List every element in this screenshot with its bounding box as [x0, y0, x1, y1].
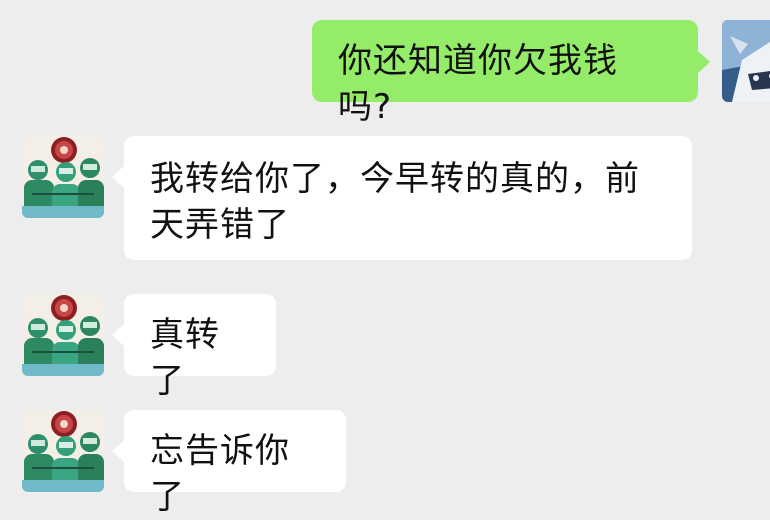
contact-bubble-tail — [112, 166, 124, 188]
my-bubble-tail — [698, 51, 710, 73]
contact-avatar[interactable] — [22, 410, 104, 492]
contact-message-bubble[interactable]: 真转了 — [124, 294, 276, 401]
contact-bubble-tail — [112, 440, 124, 462]
contact-avatar[interactable] — [22, 294, 104, 376]
my-message-bubble[interactable]: 你还知道你欠我钱吗? — [312, 20, 698, 127]
message-text: 我转给你了，今早转的真的，前天弄错了 — [150, 159, 640, 245]
contact-message-bubble[interactable]: 我转给你了，今早转的真的，前天弄错了 — [124, 136, 692, 260]
message-text: 真转了 — [150, 315, 220, 401]
message-text: 你还知道你欠我钱吗? — [338, 41, 618, 127]
contact-bubble-tail — [112, 324, 124, 346]
anime-character-avatar-icon — [722, 20, 770, 102]
message-text: 忘告诉你了 — [150, 431, 290, 517]
surgeons-cartoon-avatar-icon — [22, 410, 104, 492]
chat-window: 你还知道你欠我钱吗? 我转给你了，今早转的真的，前天弄错了 真转了 忘告诉你了 — [0, 0, 770, 517]
contact-message-bubble[interactable]: 忘告诉你了 — [124, 410, 346, 517]
my-avatar[interactable] — [722, 20, 770, 102]
surgeons-cartoon-avatar-icon — [22, 294, 104, 376]
contact-avatar[interactable] — [22, 136, 104, 218]
surgeons-cartoon-avatar-icon — [22, 136, 104, 218]
